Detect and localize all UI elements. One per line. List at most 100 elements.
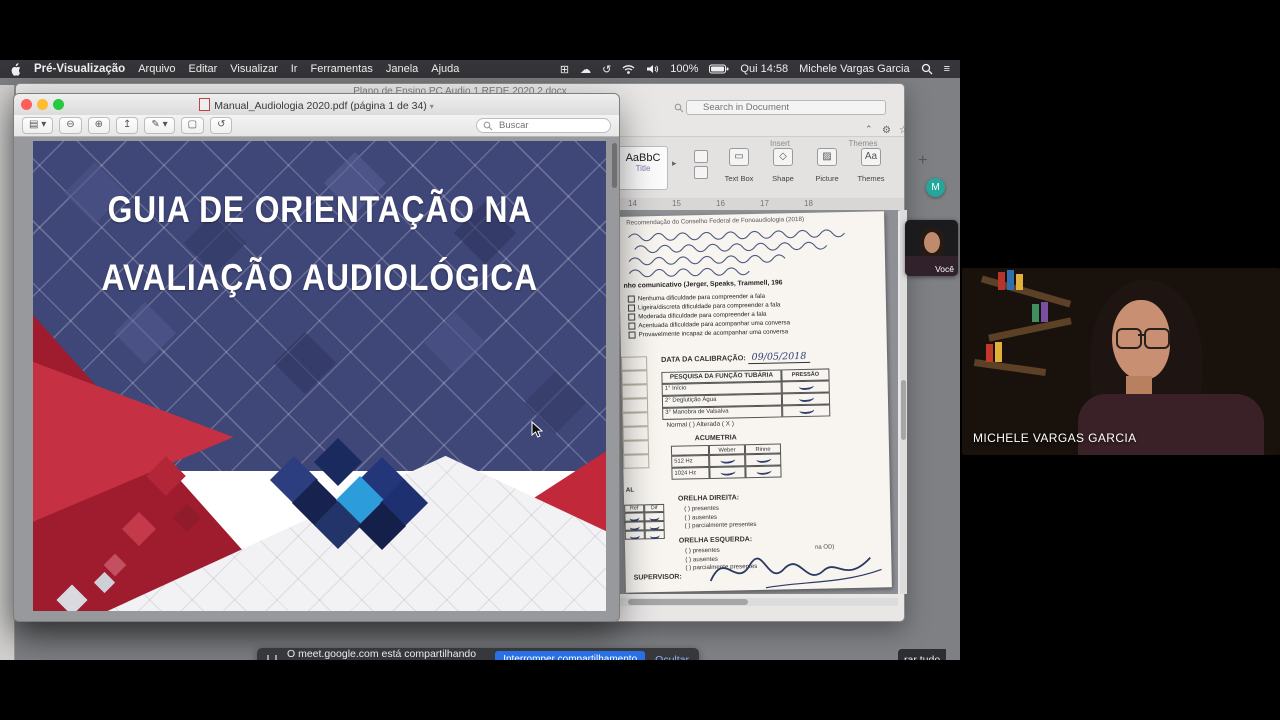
menubar-menu-item[interactable]: Ir xyxy=(291,63,298,75)
text-box-button[interactable]: ▭ Text Box xyxy=(720,148,758,186)
battery-icon[interactable] xyxy=(709,64,729,74)
participant-body xyxy=(1078,394,1264,455)
rotate-button[interactable]: ↺ xyxy=(210,117,233,134)
supervisor-label: SUPERVISOR: xyxy=(633,573,682,582)
time-machine-icon[interactable]: ↺ xyxy=(602,63,611,76)
meet-plus-icon[interactable]: + xyxy=(918,152,927,170)
style-sample: AaBbC xyxy=(625,152,661,164)
self-face xyxy=(924,232,940,253)
menubar-menu-item[interactable]: Ajuda xyxy=(431,63,459,75)
tubaria-row: 3° Manobra de Valsalva xyxy=(662,404,834,420)
hide-button[interactable]: Ocultar xyxy=(655,654,689,661)
menubar-user-name[interactable]: Michele Vargas Garcia xyxy=(799,63,909,75)
ribbon-group-insert-label: Insert xyxy=(769,139,790,148)
acumetria-row-1024: 1024 Hz xyxy=(671,466,710,480)
preview-window-title: Manual_Audiologia 2020.pdf (página 1 de … xyxy=(14,98,619,112)
menubar-clock[interactable]: Qui 14:58 xyxy=(740,63,788,75)
handwritten-value xyxy=(798,393,814,403)
menubar-menu-item[interactable]: Arquivo xyxy=(138,63,175,75)
ear-option: ( ) parcialmente presentes xyxy=(684,520,757,530)
style-gallery-item[interactable]: AaBbC Title xyxy=(618,146,668,190)
zoom-out-button[interactable]: ⊖ xyxy=(59,117,82,134)
participant-avatar[interactable]: M xyxy=(926,178,945,197)
style-name: Title xyxy=(635,164,651,173)
show-all-button-partial[interactable]: rar tudo xyxy=(898,649,947,660)
volume-icon[interactable] xyxy=(646,64,659,74)
search-icon xyxy=(483,121,493,130)
battery-percentage: 100% xyxy=(670,63,699,75)
themes-button[interactable]: Aa Themes xyxy=(852,148,890,186)
menubar-menu-item[interactable]: Editar xyxy=(189,63,218,75)
cover-title-line2: AVALIAÇÃO AUDIOLÓGICA xyxy=(101,257,538,298)
mouse-cursor xyxy=(531,421,544,438)
shape-button[interactable]: ◇ Shape xyxy=(764,148,802,186)
handwritten-value xyxy=(798,405,815,415)
menubar-menu-item[interactable]: Janela xyxy=(386,63,418,75)
preview-search-field[interactable] xyxy=(476,118,611,133)
pdf-icon xyxy=(199,98,211,111)
cloud-icon[interactable]: ☁ xyxy=(580,63,591,76)
participant-video-tile[interactable]: MICHELE VARGAS GARCIA xyxy=(962,268,1280,455)
share-button[interactable]: ↥ xyxy=(116,117,139,134)
favorites-star-icon[interactable]: ☆ xyxy=(899,125,908,136)
presenting-icon xyxy=(267,654,277,660)
ribbon-collapse-icon[interactable]: ⌃ xyxy=(865,124,873,135)
preview-toolbar: ▤ ▾ ⊖ ⊕ ↥ ✎ ▾ ▢ ↺ xyxy=(14,115,619,137)
handwritten-value xyxy=(797,381,814,391)
word-horizontal-scrollbar[interactable] xyxy=(618,598,898,606)
calibration-value-handwritten: 09/05/2018 xyxy=(747,350,811,365)
scanned-form-page: Recomendação do Conselho Federal de Fono… xyxy=(618,211,892,593)
style-gallery-more-icon[interactable]: ▸ xyxy=(672,158,677,169)
preview-scrollbar[interactable] xyxy=(612,143,617,188)
text-select-button[interactable]: ▢ xyxy=(180,117,205,134)
meet-sharing-bar: O meet.google.com está compartilhando su… xyxy=(257,648,699,660)
ribbon-group-themes-label: Themes xyxy=(848,139,878,148)
macos-menubar: Pré-Visualização Arquivo Editar Visualizar… xyxy=(0,60,960,78)
word-document-canvas[interactable]: Recomendação do Conselho Federal de Fono… xyxy=(618,210,898,594)
shared-screen: Pré-Visualização Arquivo Editar Visualizar… xyxy=(0,60,960,660)
spotlight-search-icon[interactable] xyxy=(921,63,933,75)
ruler-number: 17 xyxy=(760,199,769,208)
communication-profile-header: nho comunicativo (Jerger, Speaks, Tramme… xyxy=(623,279,783,290)
preview-window[interactable]: Manual_Audiologia 2020.pdf (página 1 de … xyxy=(13,93,620,622)
self-view-tile[interactable]: Você xyxy=(905,220,958,276)
ruler-number: 15 xyxy=(672,199,681,208)
zoom-in-button[interactable]: ⊕ xyxy=(87,117,111,134)
menubar-menu-item[interactable]: Ferramentas xyxy=(310,63,372,75)
markup-button[interactable]: ✎ ▾ xyxy=(144,117,175,134)
doc-reference-line: Recomendação do Conselho Federal de Fono… xyxy=(626,215,805,227)
stop-sharing-button[interactable]: Interromper compartilhamento xyxy=(495,651,646,660)
display-mirroring-icon[interactable]: ⊞ xyxy=(560,63,569,76)
checkbox-icon xyxy=(627,304,636,312)
apple-menu-icon[interactable] xyxy=(10,62,21,76)
notification-center-icon[interactable]: ≡ xyxy=(944,63,950,75)
word-search-input[interactable] xyxy=(686,100,886,115)
meet-call-screen: Pré-Visualização Arquivo Editar Visualizar… xyxy=(0,0,1280,720)
handwriting-lines xyxy=(628,229,845,278)
checkbox-icon xyxy=(628,322,636,330)
tubaria-col-header: PRESSÃO xyxy=(781,368,830,382)
preview-titlebar: Manual_Audiologia 2020.pdf (página 1 de … xyxy=(14,94,619,116)
menubar-menu-item[interactable]: Visualizar xyxy=(230,63,278,75)
ribbon-small-buttons[interactable] xyxy=(694,150,708,179)
picture-button[interactable]: ▨ Picture xyxy=(808,148,846,186)
active-app-name[interactable]: Pré-Visualização xyxy=(34,63,125,75)
checkbox-icon xyxy=(628,331,636,339)
gear-icon[interactable]: ⚙ xyxy=(882,125,891,136)
acumetria-title: ACUMETRIA xyxy=(694,434,737,443)
participant-name-label: MICHELE VARGAS GARCIA xyxy=(973,431,1137,445)
tubaria-footer: Normal ( ) Alterada ( X ) xyxy=(666,420,735,429)
view-menu-button[interactable]: ▤ ▾ xyxy=(22,117,54,134)
glasses-icon xyxy=(1114,328,1170,349)
cut-table-strip xyxy=(621,356,650,469)
preview-search-input[interactable] xyxy=(497,119,601,132)
right-ear-title: ORELHA DIREITA: xyxy=(677,494,740,503)
ruler-number: 16 xyxy=(716,199,725,208)
preview-content[interactable]: GUIA DE ORIENTAÇÃO NA AVALIAÇÃO AUDIOLÓG… xyxy=(14,137,619,621)
acumetria-row-512: 512 Hz xyxy=(671,454,710,468)
checkbox-icon xyxy=(628,313,636,321)
wifi-icon[interactable] xyxy=(622,64,635,74)
sharing-message: O meet.google.com está compartilhando su… xyxy=(286,647,477,661)
calibration-label: DATA DA CALIBRAÇÃO: xyxy=(660,353,746,364)
checkbox-icon xyxy=(627,295,635,303)
